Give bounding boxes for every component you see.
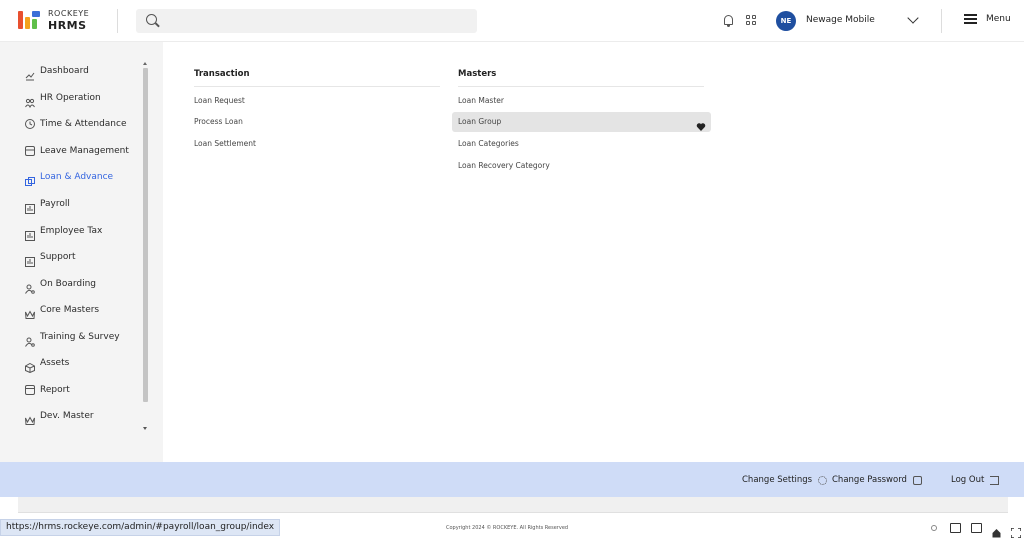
sidebar-item-loan-advance[interactable]: Loan & Advance <box>25 169 114 186</box>
link-loan-master[interactable]: Loan Master <box>458 96 504 105</box>
change-settings-label: Change Settings <box>742 475 813 485</box>
box-icon <box>25 358 35 374</box>
dashboard-icon <box>25 66 35 81</box>
sidebar-item-label: Time & Attendance <box>40 119 127 129</box>
menu-label: Menu <box>986 14 1011 24</box>
apps-grid-icon[interactable] <box>746 15 756 25</box>
log-out-link[interactable]: Log Out <box>951 475 1000 485</box>
divider <box>194 86 440 87</box>
copyright-text: Copyright 2024 © ROCKEYE. All Rights Res… <box>446 525 569 531</box>
support-icon <box>25 252 35 267</box>
sidebar-item-training-survey[interactable]: Training & Survey <box>25 329 120 347</box>
payroll-icon <box>25 199 35 214</box>
sidebar-item-label: HR Operation <box>40 93 101 103</box>
log-out-label: Log Out <box>951 475 985 485</box>
sidebar-item-report[interactable]: Report <box>25 382 70 398</box>
sidebar-item-label: Training & Survey <box>40 332 120 342</box>
rockeye-logo-icon <box>18 9 42 31</box>
sidebar-item-hr-operation[interactable]: HR Operation <box>25 90 101 109</box>
content-strip <box>18 497 1008 513</box>
sidebar-item-label: On Boarding <box>40 279 97 289</box>
sidebar-item-label: Leave Management <box>40 146 129 156</box>
sidebar-item-employee-tax[interactable]: Employee Tax <box>25 223 103 241</box>
favorite-heart-icon[interactable] <box>696 117 706 131</box>
logout-icon <box>990 475 1000 485</box>
report-icon <box>25 385 35 395</box>
scroll-up-arrow-icon[interactable] <box>143 62 147 65</box>
lock-icon <box>912 475 922 485</box>
transaction-heading: Transaction <box>194 69 250 79</box>
scroll-down-arrow-icon[interactable] <box>143 427 147 430</box>
sidebar-item-time-attendance[interactable]: Time & Attendance <box>25 116 126 132</box>
sidebar-item-assets[interactable]: Assets <box>25 355 70 374</box>
change-settings-link[interactable]: Change Settings <box>742 475 828 485</box>
divider <box>458 86 704 87</box>
tax-icon <box>25 226 35 241</box>
expand-icon[interactable] <box>1010 523 1022 539</box>
link-process-loan[interactable]: Process Loan <box>194 117 243 126</box>
menu-button[interactable]: Menu <box>964 14 1011 24</box>
brand-name: ROCKEYE <box>48 8 90 18</box>
sidebar-item-core-masters[interactable]: Core Masters <box>25 302 100 319</box>
sidebar-item-label: Dev. Master <box>40 411 94 421</box>
people-icon <box>25 93 35 109</box>
link-loan-settlement[interactable]: Loan Settlement <box>194 139 256 148</box>
user-name[interactable]: Newage Mobile <box>806 15 875 25</box>
settings-dot-icon[interactable] <box>931 525 937 531</box>
search-input[interactable] <box>166 12 466 30</box>
crown-icon <box>25 411 35 425</box>
link-loan-group[interactable]: Loan Group <box>458 117 501 126</box>
avatar[interactable]: NE <box>776 11 796 31</box>
top-header: ROCKEYE HRMS NE Newage Mobile Menu <box>0 0 1024 42</box>
sidebar-item-label: Payroll <box>40 199 70 209</box>
display-icon[interactable] <box>971 523 982 533</box>
sidebar-item-support[interactable]: Support <box>25 249 76 267</box>
sidebar-item-label: Report <box>40 385 70 395</box>
onboarding-icon <box>25 279 35 294</box>
link-loan-recovery-category[interactable]: Loan Recovery Category <box>458 161 550 170</box>
clock-icon <box>25 119 35 129</box>
sidebar-item-payroll[interactable]: Payroll <box>25 196 70 214</box>
status-url: https://hrms.rockeye.com/admin/#payroll/… <box>0 519 281 536</box>
header-divider <box>117 9 118 33</box>
sidebar-item-leave-management[interactable]: Leave Management <box>25 143 129 159</box>
search-bar[interactable] <box>136 9 477 33</box>
search-icon <box>146 14 157 25</box>
sidebar-scrollbar[interactable] <box>143 68 148 402</box>
sidebar-item-on-boarding[interactable]: On Boarding <box>25 276 97 294</box>
header-divider <box>941 9 942 33</box>
link-loan-request[interactable]: Loan Request <box>194 96 245 105</box>
calendar-icon <box>25 146 35 156</box>
crown-icon <box>25 305 35 319</box>
sidebar-item-dashboard[interactable]: Dashboard <box>25 63 89 81</box>
hamburger-icon <box>964 14 977 24</box>
chevron-down-icon[interactable] <box>907 12 919 24</box>
sidebar-item-label: Dashboard <box>40 66 89 76</box>
training-icon <box>25 332 35 347</box>
monitor-icon[interactable] <box>950 523 961 533</box>
change-password-label: Change Password <box>832 475 907 485</box>
sidebar-item-label: Loan & Advance <box>40 172 114 182</box>
sidebar-item-label: Assets <box>40 358 70 368</box>
sidebar-item-dev-master[interactable]: Dev. Master <box>25 408 94 425</box>
gear-icon <box>818 475 828 485</box>
sidebar-item-label: Support <box>40 252 76 262</box>
sidebar-item-label: Employee Tax <box>40 226 103 236</box>
home-icon[interactable] <box>992 523 1001 538</box>
loan-icon <box>25 172 35 186</box>
sidebar-item-label: Core Masters <box>40 305 100 315</box>
bell-icon[interactable] <box>724 15 733 27</box>
link-loan-categories[interactable]: Loan Categories <box>458 139 519 148</box>
brand-logo[interactable]: ROCKEYE HRMS <box>18 9 89 31</box>
masters-heading: Masters <box>458 69 497 79</box>
change-password-link[interactable]: Change Password <box>832 475 922 485</box>
brand-product: HRMS <box>48 18 87 32</box>
